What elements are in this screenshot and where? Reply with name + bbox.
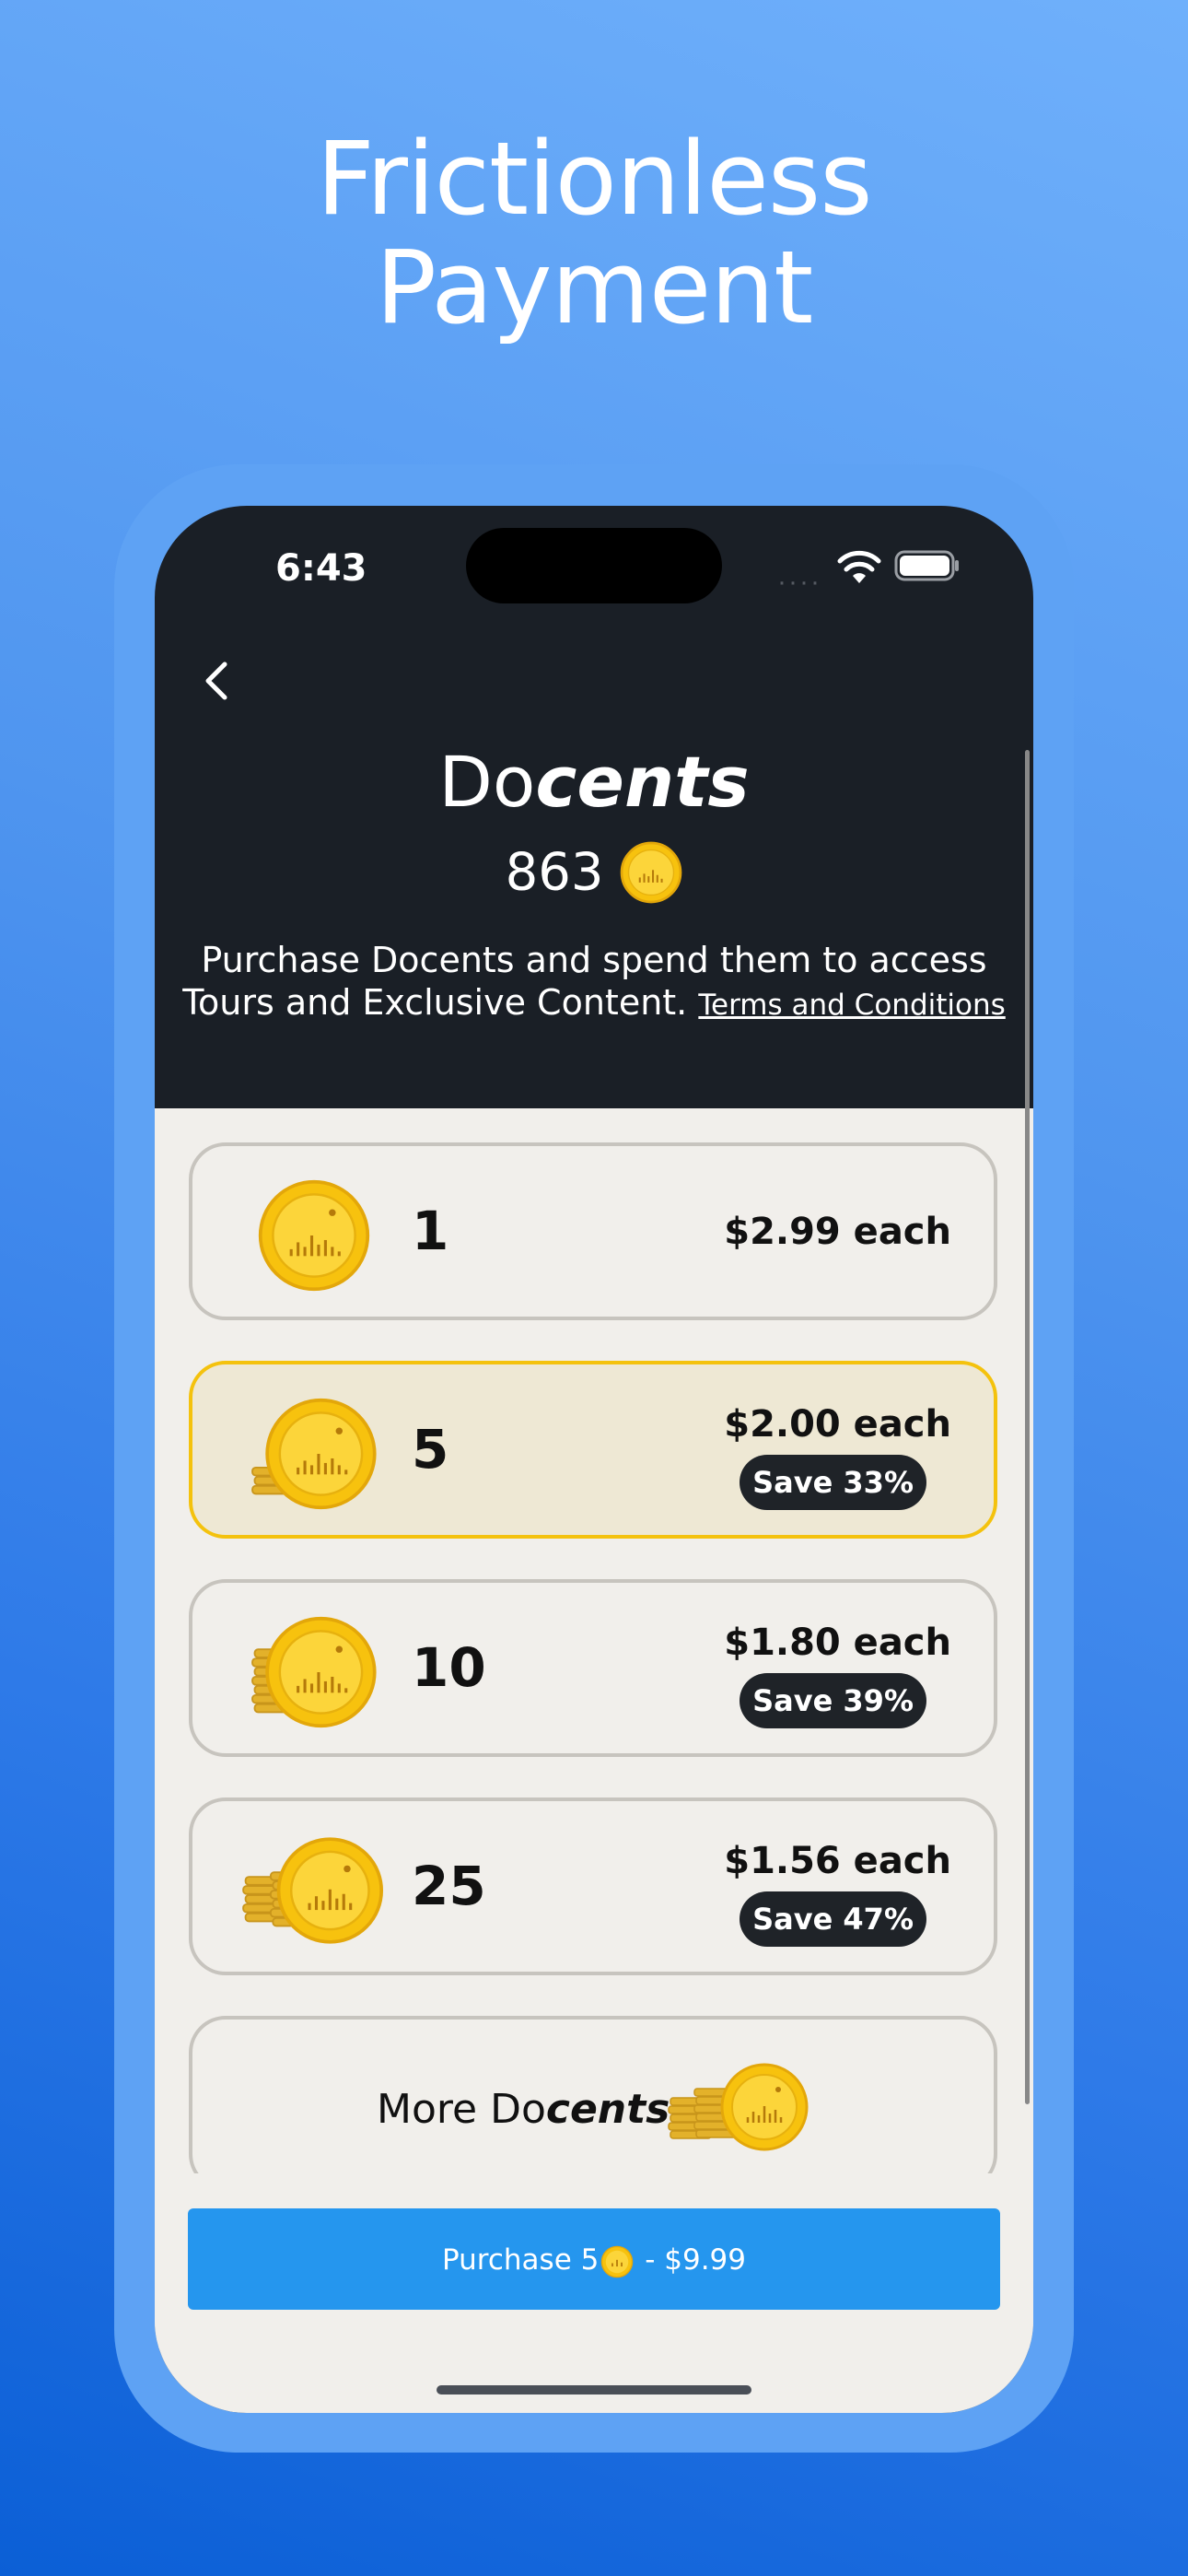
title-plain: Do [438, 741, 536, 823]
save-badge: Save 33% [740, 1455, 926, 1510]
package-price: $2.00 each [724, 1403, 951, 1446]
package-price: $2.99 each [724, 1211, 951, 1253]
status-time: 6:43 [275, 547, 367, 590]
coin-icon [601, 2245, 634, 2277]
purchase-button[interactable]: Purchase 5 - $9.99 [188, 2208, 1000, 2310]
coin-stack-icon [668, 2063, 809, 2151]
package-count: 1 [412, 1200, 449, 1262]
dynamic-island [466, 528, 722, 603]
headline-line2: Payment [375, 228, 814, 346]
description: Purchase Docents and spend them to acces… [182, 939, 1006, 1026]
more-docents-label: More Docents [377, 2086, 670, 2133]
package-count: 5 [412, 1418, 449, 1481]
save-badge: Save 39% [740, 1673, 926, 1728]
more-docents-card[interactable]: More Docents [189, 2016, 997, 2191]
package-card-1[interactable]: 1 $2.99 each [189, 1142, 997, 1320]
wifi-icon [837, 550, 881, 583]
coin-icon [258, 1179, 370, 1292]
coin-stack-icon [251, 1616, 377, 1728]
headline-line1: Frictionless [316, 120, 872, 238]
more-label-plain: More Do [377, 2086, 546, 2133]
coin-stack-icon [242, 1837, 384, 1944]
headline: Frictionless Payment [0, 124, 1188, 342]
purchase-label-prefix: Purchase 5 [442, 2243, 600, 2277]
purchase-label-suffix: - $9.99 [635, 2243, 746, 2277]
title-bold: cents [535, 741, 750, 823]
chevron-left-icon[interactable] [195, 653, 236, 708]
package-count: 10 [412, 1636, 486, 1699]
battery-icon [894, 550, 959, 581]
package-card-5[interactable]: 5 $2.00 each Save 33% [189, 1361, 997, 1539]
balance-value: 863 [505, 842, 604, 903]
home-indicator[interactable] [437, 2385, 751, 2395]
package-price: $1.80 each [724, 1622, 951, 1664]
coin-stack-icon [251, 1398, 377, 1510]
package-price: $1.56 each [724, 1840, 951, 1882]
save-badge: Save 47% [740, 1891, 926, 1947]
package-card-10[interactable]: 10 $1.80 each Save 39% [189, 1579, 997, 1757]
terms-link[interactable]: Terms and Conditions [698, 989, 1005, 1022]
phone-screen: 6:43 ···· Docents 863 Purchase Docents a… [155, 506, 1033, 2413]
scrollbar[interactable] [1025, 750, 1030, 2104]
balance: 863 [155, 839, 1033, 904]
package-count: 25 [412, 1855, 486, 1917]
page-title: Docents [155, 741, 1033, 823]
coin-icon [621, 841, 682, 904]
package-card-25[interactable]: 25 $1.56 each Save 47% [189, 1797, 997, 1975]
signal-dots: ···· [777, 567, 821, 597]
more-label-bold: cents [545, 2086, 670, 2133]
